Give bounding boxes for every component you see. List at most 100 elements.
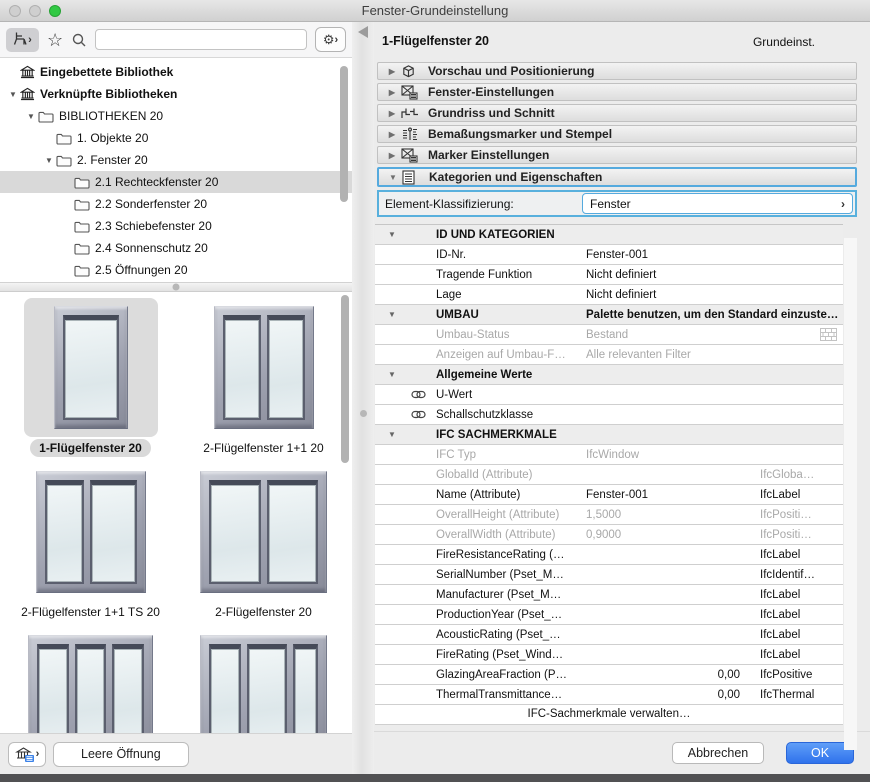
disclosure-triangle[interactable]: ▼ xyxy=(42,156,56,165)
property-row-firerating-pset-wind[interactable]: FireRating (Pset_Wind…IfcLabel xyxy=(375,645,843,665)
table-scroll-gutter[interactable] xyxy=(844,238,857,750)
settings-gear-button[interactable]: ⚙› xyxy=(315,27,346,52)
window-pane xyxy=(267,315,305,420)
tree-item-eingebettete-bibliothek[interactable]: Eingebettete Bibliothek xyxy=(0,61,352,83)
window-pane xyxy=(63,315,119,420)
property-row-tragende-funktion[interactable]: Tragende FunktionNicht definiert xyxy=(375,265,843,285)
thumbnail-label: 2-Flügelfenster 20 xyxy=(206,603,321,621)
property-row-globalid-attribute[interactable]: GlobalId (Attribute) IfcGloba… xyxy=(375,465,843,485)
tree-item-2-5-öffnungen-20[interactable]: 2.5 Öffnungen 20 xyxy=(0,259,352,281)
property-name: ID UND KATEGORIEN xyxy=(436,229,586,241)
accordion-bemaßungsmarker-und-stempel[interactable]: ▶Bemaßungsmarker und Stempel xyxy=(377,125,857,143)
property-row-u-wert[interactable]: U-Wert xyxy=(375,385,843,405)
accordion-label: Grundriss und Schnitt xyxy=(428,106,555,120)
zoom-button[interactable] xyxy=(49,5,61,17)
property-row-productionyear-pset[interactable]: ProductionYear (Pset_… IfcLabel xyxy=(375,605,843,625)
library-tree: Eingebettete Bibliothek ▼Verknüpfte Bibli… xyxy=(0,58,352,282)
property-row-ifc-typ[interactable]: IFC TypIfcWindow xyxy=(375,445,843,465)
property-name: ProductionYear (Pset_… xyxy=(436,609,586,621)
thumbnail-1-flügelfenster-20[interactable]: 1-Flügelfenster 20 xyxy=(4,298,177,457)
property-row-id-nr[interactable]: ID-Nr.Fenster-001 xyxy=(375,245,843,265)
tree-item-2-2-sonderfenster-20[interactable]: 2.2 Sonderfenster 20 xyxy=(0,193,352,215)
property-section-ifc-sachmerkmale[interactable]: ▼IFC SACHMERKMALE xyxy=(375,425,843,445)
tree-item-verknüpfte-bibliotheken[interactable]: ▼Verknüpfte Bibliotheken xyxy=(0,83,352,105)
property-type: IfcGloba… xyxy=(760,469,843,481)
disclosure-triangle: ▶ xyxy=(383,109,401,118)
close-button[interactable] xyxy=(9,5,21,17)
tree-item-label: 1. Objekte 20 xyxy=(77,131,148,145)
library-icon xyxy=(20,65,35,79)
chair-object-icon xyxy=(13,31,27,49)
left-footer-bar: › Leere Öffnung xyxy=(0,733,352,774)
property-row-serialnumber-pset-m[interactable]: SerialNumber (Pset_M…IfcIdentif… xyxy=(375,565,843,585)
tree-item-label: 2.3 Schiebefenster 20 xyxy=(95,219,212,233)
library-manager-button[interactable]: › xyxy=(8,742,46,767)
accordion-kategorien-und-eigenschaften[interactable]: ▼Kategorien und Eigenschaften xyxy=(377,167,857,187)
property-section-allgemeine-werte[interactable]: ▼Allgemeine Werte xyxy=(375,365,843,385)
tree-item-2-fenster-20[interactable]: ▼2. Fenster 20 xyxy=(0,149,352,171)
accordion-marker-einstellungen[interactable]: ▶Marker Einstellungen xyxy=(377,146,857,164)
window-preview xyxy=(36,471,146,593)
classification-dropdown[interactable]: Fenster › xyxy=(582,193,853,214)
disclosure-triangle: ▼ xyxy=(375,310,409,319)
property-row-name-attribute[interactable]: Name (Attribute)Fenster-001IfcLabel xyxy=(375,485,843,505)
property-row-thermaltransmittance[interactable]: ThermalTransmittance…0,00IfcThermal xyxy=(375,685,843,705)
property-value: 0,9000 xyxy=(586,529,760,541)
property-row-schallschutzklasse[interactable]: Schallschutzklasse xyxy=(375,405,843,425)
accordion-fenster-einstellungen[interactable]: ▶Fenster-Einstellungen xyxy=(377,83,857,101)
search-icon[interactable] xyxy=(71,32,87,48)
cancel-button[interactable]: Abbrechen xyxy=(672,742,764,764)
property-row-overallheight-attribute[interactable]: OverallHeight (Attribute)1,5000IfcPositi… xyxy=(375,505,843,525)
accordion-grundriss-und-schnitt[interactable]: ▶ Grundriss und Schnitt xyxy=(377,104,857,122)
property-type: IfcLabel xyxy=(760,549,843,561)
thumbnail-2-flügelfenster-1-1-ts-20[interactable]: 2-Flügelfenster 1+1 TS 20 xyxy=(4,463,177,621)
property-name: GlobalId (Attribute) xyxy=(436,469,586,481)
property-name: GlazingAreaFraction (P… xyxy=(436,669,586,681)
tree-item-bibliotheken-20[interactable]: ▼BIBLIOTHEKEN 20 xyxy=(0,105,352,127)
thumbnail-window-5[interactable] xyxy=(4,627,177,733)
accordion-vorschau-und-positionierung[interactable]: ▶Vorschau und Positionierung xyxy=(377,62,857,80)
thumbnails-scrollbar[interactable] xyxy=(341,295,349,463)
minimize-button[interactable] xyxy=(29,5,41,17)
thumbnail-2-flügelfenster-1-1-20[interactable]: 2-Flügelfenster 1+1 20 xyxy=(177,298,350,457)
property-type: IfcLabel xyxy=(760,629,843,641)
favorites-star-icon[interactable]: ☆ xyxy=(47,31,63,49)
dialog-window: Fenster-Grundeinstellung › ☆ ⚙› Eingebet… xyxy=(0,0,870,782)
tree-item-2-3-schiebefenster-20[interactable]: 2.3 Schiebefenster 20 xyxy=(0,215,352,237)
manage-ifc-properties-button[interactable]: IFC-Sachmerkmale verwalten… xyxy=(375,705,843,725)
property-row-anzeigen-auf-umbau-f[interactable]: Anzeigen auf Umbau-F…Alle relevanten Fil… xyxy=(375,345,843,365)
disclosure-triangle[interactable]: ▼ xyxy=(6,90,20,99)
tree-item-1-objekte-20[interactable]: 1. Objekte 20 xyxy=(0,127,352,149)
property-row-lage[interactable]: LageNicht definiert xyxy=(375,285,843,305)
chevron-right-icon: › xyxy=(334,34,338,46)
tree-scrollbar[interactable] xyxy=(340,66,348,202)
property-row-fireresistancerating[interactable]: FireResistanceRating (…IfcLabel xyxy=(375,545,843,565)
property-section-umbau[interactable]: ▼UMBAUPalette benutzen, um den Standard … xyxy=(375,305,843,325)
chevron-right-icon: › xyxy=(28,34,32,46)
property-name: ID-Nr. xyxy=(436,249,586,261)
thumbnail-2-flügelfenster-20[interactable]: 2-Flügelfenster 20 xyxy=(177,463,350,621)
collapse-panel-arrow[interactable] xyxy=(358,26,368,38)
tree-item-label: Eingebettete Bibliothek xyxy=(40,65,173,79)
tree-item-2-1-rechteckfenster-20[interactable]: 2.1 Rechteckfenster 20 xyxy=(0,171,352,193)
vertical-splitter[interactable] xyxy=(352,22,374,774)
property-row-overallwidth-attribute[interactable]: OverallWidth (Attribute)0,9000IfcPositi… xyxy=(375,525,843,545)
property-row-umbau-status[interactable]: Umbau-StatusBestand xyxy=(375,325,843,345)
horizontal-splitter[interactable] xyxy=(0,282,352,292)
property-row-acousticrating-pset[interactable]: AcousticRating (Pset_… IfcLabel xyxy=(375,625,843,645)
disclosure-triangle[interactable]: ▼ xyxy=(24,112,38,121)
window-pane xyxy=(112,644,144,733)
folder-icon xyxy=(74,176,90,189)
property-section-id-und-kategorien[interactable]: ▼ID UND KATEGORIEN xyxy=(375,225,843,245)
property-row-glazingareafraction-p[interactable]: GlazingAreaFraction (P…0,00IfcPositive xyxy=(375,665,843,685)
property-row-manufacturer-pset-m[interactable]: Manufacturer (Pset_M…IfcLabel xyxy=(375,585,843,605)
property-name: AcousticRating (Pset_… xyxy=(436,629,586,641)
property-type: IfcLabel xyxy=(760,609,843,621)
property-value: 1,5000 xyxy=(586,509,760,521)
thumbnail-window-6[interactable] xyxy=(177,627,350,733)
thumbnail-grid: 1-Flügelfenster 202-Flügelfenster 1+1 20… xyxy=(0,292,352,733)
empty-opening-button[interactable]: Leere Öffnung xyxy=(53,742,189,767)
tree-item-2-4-sonnenschutz-20[interactable]: 2.4 Sonnenschutz 20 xyxy=(0,237,352,259)
search-input[interactable] xyxy=(95,29,307,50)
object-type-button[interactable]: › xyxy=(6,28,39,52)
